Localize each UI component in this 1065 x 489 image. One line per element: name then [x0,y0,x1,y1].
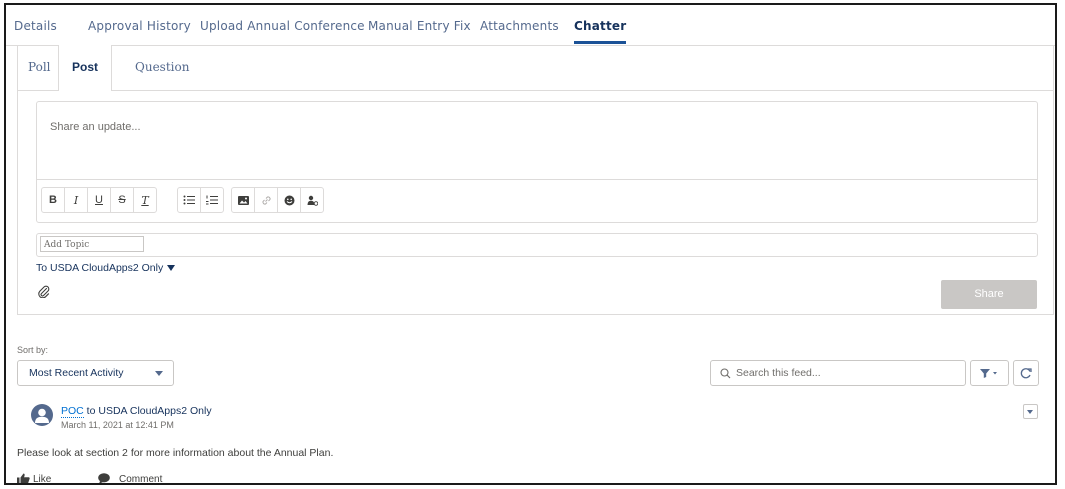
attach-file-button[interactable] [38,285,50,303]
record-tabs: Details Approval History Upload Annual C… [6,5,1055,46]
chevron-down-icon [155,371,163,376]
numbered-list-button[interactable] [200,188,223,212]
chatter-publisher: Poll Post Question Share an update... B … [17,45,1054,315]
post-actions-menu[interactable] [1023,404,1038,419]
rich-text-toolbar: B I U S T [37,179,1037,222]
audience-selector[interactable]: To USDA CloudApps2 Only [36,262,176,274]
bold-button[interactable]: B [42,188,64,212]
audience-label: To USDA CloudApps2 Only [36,262,164,274]
mention-user-icon [307,195,318,206]
publisher-tabs: Poll Post Question [18,45,1053,91]
tab-upload-annual-conference[interactable]: Upload Annual Conference [200,19,365,33]
comment-button[interactable]: Comment [98,473,163,485]
sort-by-select[interactable]: Most Recent Activity [17,360,174,386]
refresh-icon [1020,368,1032,379]
post-timestamp[interactable]: March 11, 2021 at 12:41 PM [61,420,174,430]
post-body: Please look at section 2 for more inform… [17,447,334,459]
bulleted-list-icon [183,195,195,205]
feed-search-input[interactable]: Search this feed... [710,360,966,386]
underline-button[interactable]: U [87,188,110,212]
post-editor-placeholder: Share an update... [50,121,141,133]
tab-approval-history[interactable]: Approval History [88,19,191,33]
audience-caret-icon [167,265,176,272]
post-editor[interactable]: Share an update... B I U S T [36,101,1038,223]
post-header: POC to USDA CloudApps2 Only [61,405,212,418]
share-button[interactable]: Share [941,280,1037,309]
like-label: Like [33,474,52,485]
image-icon [237,195,249,205]
emoji-icon [284,195,294,205]
paperclip-icon [38,285,50,299]
publisher-tab-poll[interactable]: Poll [15,45,64,90]
mention-button[interactable] [300,188,323,212]
numbered-list-icon [206,195,218,205]
post-author-link[interactable]: POC [61,405,84,418]
filter-feed-button[interactable] [970,360,1009,386]
tab-manual-entry-fix[interactable]: Manual Entry Fix [368,19,471,33]
post-audience: to USDA CloudApps2 Only [83,405,212,417]
strikethrough-button[interactable]: S [110,188,133,212]
topic-bar: Add Topic [36,233,1038,257]
bulleted-list-button[interactable] [178,188,200,212]
comment-icon [98,473,110,483]
tab-details[interactable]: Details [14,19,57,33]
text-format-group: B I U S T [41,187,157,213]
user-avatar-icon [35,408,49,423]
publisher-tab-question[interactable]: Question [122,45,202,90]
record-page-frame: Details Approval History Upload Annual C… [4,3,1057,485]
insert-emoji-button[interactable] [277,188,300,212]
avatar[interactable] [31,404,53,426]
sort-by-label: Sort by: [17,345,49,355]
publisher-tab-post[interactable]: Post [58,45,113,91]
italic-button[interactable]: I [64,188,87,212]
refresh-feed-button[interactable] [1013,360,1039,386]
search-icon [720,368,731,379]
list-group [177,187,224,213]
feed-search-placeholder: Search this feed... [736,367,821,379]
insert-group [231,187,324,213]
comment-label: Comment [119,474,163,485]
add-topic-input[interactable]: Add Topic [40,236,144,252]
like-button[interactable]: Like [17,473,52,485]
insert-link-button[interactable] [254,188,277,212]
filter-icon [980,369,997,378]
tab-attachments[interactable]: Attachments [480,19,559,33]
thumbs-up-icon [17,473,30,483]
remove-formatting-button[interactable]: T [133,188,156,212]
insert-image-button[interactable] [232,188,254,212]
tab-chatter[interactable]: Chatter [574,19,627,44]
link-icon [261,195,271,205]
sort-by-value: Most Recent Activity [29,367,124,379]
